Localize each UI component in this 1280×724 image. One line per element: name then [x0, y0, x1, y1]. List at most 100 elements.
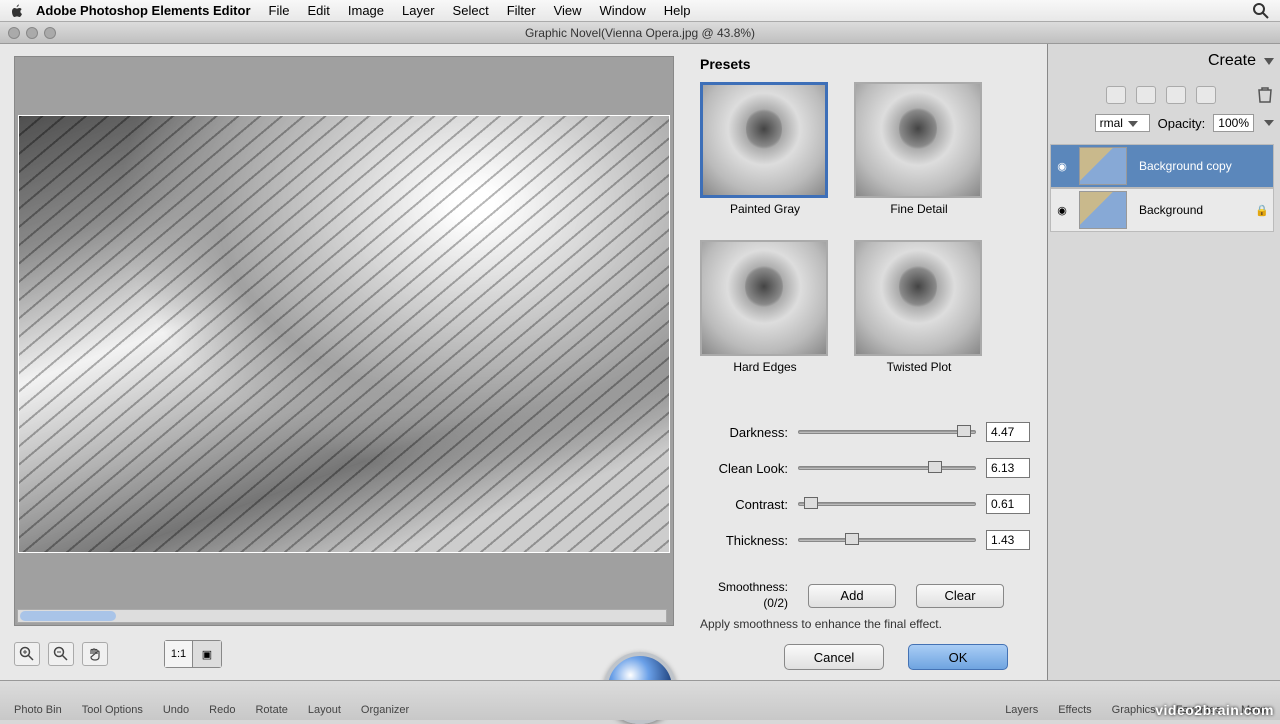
lock-icon[interactable] — [1166, 86, 1186, 104]
menu-layer[interactable]: Layer — [402, 3, 435, 18]
slider-knob[interactable] — [957, 425, 971, 437]
preview-area — [14, 56, 674, 626]
document-title: Graphic Novel(Vienna Opera.jpg @ 43.8%) — [525, 26, 755, 40]
apple-icon — [10, 4, 24, 18]
slider-knob[interactable] — [845, 533, 859, 545]
chevron-down-icon[interactable] — [1264, 120, 1274, 126]
sliders-panel: Darkness: Clean Look: Contrast: Thicknes… — [700, 422, 1030, 550]
close-dot[interactable] — [8, 27, 20, 39]
preset-label: Hard Edges — [700, 360, 830, 374]
zoom-dot[interactable] — [44, 27, 56, 39]
dialog-buttons: Cancel OK — [784, 644, 1008, 670]
preset-twisted-plot[interactable]: Twisted Plot — [854, 240, 984, 374]
horizontal-scrollbar[interactable] — [17, 609, 667, 623]
new-group-icon[interactable] — [1136, 86, 1156, 104]
redo-button[interactable]: Redo — [201, 684, 243, 718]
smoothness-label: Smoothness:(0/2) — [700, 580, 788, 611]
preset-painted-gray[interactable]: Painted Gray — [700, 82, 830, 216]
visibility-icon[interactable]: ◉ — [1051, 204, 1073, 217]
create-label: Create — [1208, 52, 1256, 70]
layer-thumbnail — [1079, 147, 1127, 185]
scrollbar-thumb[interactable] — [20, 611, 116, 621]
layers-panel: ◉ Background copy ◉ Background 🔒 — [1050, 144, 1274, 232]
create-menu[interactable]: Create — [1208, 52, 1274, 70]
layer-name: Background copy — [1133, 159, 1273, 173]
slider-track[interactable] — [798, 538, 976, 542]
link-layers-icon[interactable] — [1196, 86, 1216, 104]
undo-button[interactable]: Undo — [155, 684, 197, 718]
new-layer-icon[interactable] — [1106, 86, 1126, 104]
presets-title: Presets — [700, 56, 1030, 72]
slider-value[interactable] — [986, 494, 1030, 514]
zoom-out-button[interactable] — [48, 642, 74, 666]
zoom-in-button[interactable] — [14, 642, 40, 666]
layer-name: Background — [1133, 203, 1255, 217]
preview-image[interactable] — [18, 115, 670, 553]
slider-value[interactable] — [986, 530, 1030, 550]
menu-window[interactable]: Window — [600, 3, 646, 18]
layout-button[interactable]: Layout — [300, 684, 349, 718]
layer-panel-icons — [1106, 86, 1274, 104]
preset-thumbnail — [854, 240, 982, 356]
ok-button[interactable]: OK — [908, 644, 1008, 670]
menu-view[interactable]: View — [554, 3, 582, 18]
menu-help[interactable]: Help — [664, 3, 691, 18]
slider-label: Clean Look: — [700, 461, 788, 476]
slider-label: Darkness: — [700, 425, 788, 440]
minimize-dot[interactable] — [26, 27, 38, 39]
watermark-text: video2brain.com — [1155, 702, 1274, 718]
smoothness-help: Apply smoothness to enhance the final ef… — [700, 617, 1030, 631]
slider-value[interactable] — [986, 422, 1030, 442]
preset-thumbnail — [700, 240, 828, 356]
layer-row[interactable]: ◉ Background copy — [1050, 144, 1274, 188]
slider-track[interactable] — [798, 430, 976, 434]
preview-toolbar: 1:1 ▣ — [14, 640, 222, 668]
rotate-button[interactable]: Rotate — [247, 684, 295, 718]
menu-edit[interactable]: Edit — [307, 3, 329, 18]
clear-button[interactable]: Clear — [916, 584, 1004, 608]
preset-thumbnail — [854, 82, 982, 198]
menu-image[interactable]: Image — [348, 3, 384, 18]
preset-fine-detail[interactable]: Fine Detail — [854, 82, 984, 216]
chevron-down-icon — [1128, 121, 1138, 127]
organizer-button[interactable]: Organizer — [353, 684, 417, 718]
view-mode-group: 1:1 ▣ — [164, 640, 222, 668]
photo-bin-button[interactable]: Photo Bin — [6, 684, 70, 718]
trash-icon[interactable] — [1256, 86, 1274, 104]
effects-tab[interactable]: Effects — [1050, 702, 1099, 718]
slider-thickness: Thickness: — [700, 530, 1030, 550]
search-icon[interactable] — [1252, 2, 1270, 20]
layers-tab[interactable]: Layers — [997, 702, 1046, 718]
slider-knob[interactable] — [804, 497, 818, 509]
slider-value[interactable] — [986, 458, 1030, 478]
opacity-input[interactable]: 100% — [1213, 114, 1254, 132]
slider-track[interactable] — [798, 502, 976, 506]
fit-button[interactable]: ▣ — [193, 641, 221, 667]
menu-filter[interactable]: Filter — [507, 3, 536, 18]
slider-knob[interactable] — [928, 461, 942, 473]
app-name: Adobe Photoshop Elements Editor — [36, 3, 251, 18]
ratio-button[interactable]: 1:1 — [165, 641, 193, 667]
slider-clean-look: Clean Look: — [700, 458, 1030, 478]
slider-contrast: Contrast: — [700, 494, 1030, 514]
layer-thumbnail — [1079, 191, 1127, 229]
layer-row[interactable]: ◉ Background 🔒 — [1050, 188, 1274, 232]
preset-hard-edges[interactable]: Hard Edges — [700, 240, 830, 374]
preset-label: Twisted Plot — [854, 360, 984, 374]
visibility-icon[interactable]: ◉ — [1051, 160, 1073, 173]
opacity-label: Opacity: — [1158, 116, 1206, 131]
hand-button[interactable] — [82, 642, 108, 666]
cancel-button[interactable]: Cancel — [784, 644, 884, 670]
slider-darkness: Darkness: — [700, 422, 1030, 442]
menu-file[interactable]: File — [269, 3, 290, 18]
blend-mode-select[interactable]: rmal — [1095, 114, 1150, 132]
slider-label: Thickness: — [700, 533, 788, 548]
tool-options-button[interactable]: Tool Options — [74, 684, 151, 718]
layer-mode-row: rmal Opacity: 100% — [1095, 114, 1274, 132]
chevron-down-icon — [1264, 58, 1274, 65]
add-button[interactable]: Add — [808, 584, 896, 608]
menu-select[interactable]: Select — [453, 3, 489, 18]
smoothness-section: Smoothness:(0/2) Add Clear Apply smoothn… — [700, 580, 1030, 631]
slider-track[interactable] — [798, 466, 976, 470]
preset-thumbnail — [700, 82, 828, 198]
